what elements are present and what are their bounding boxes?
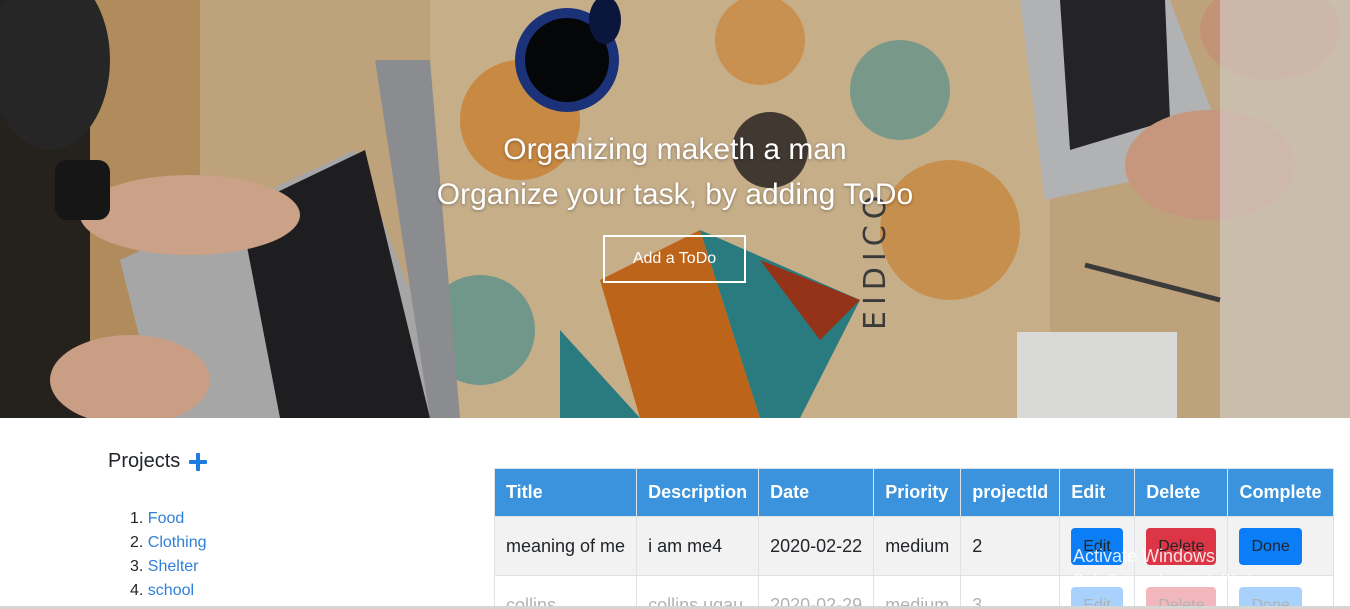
column-header-title: Title	[493, 468, 638, 517]
cell-delete: Delete	[1134, 575, 1229, 609]
cell-delete: Delete	[1134, 516, 1229, 576]
project-item-food: 1. Food	[130, 507, 330, 531]
column-header-priority: Priority	[873, 468, 962, 517]
project-number: 2.	[130, 534, 144, 551]
cell-projectid: 3	[960, 575, 1061, 609]
column-header-edit: Edit	[1059, 468, 1136, 517]
project-link-shelter[interactable]: Shelter	[148, 558, 199, 575]
table-header-row: Title Description Date Priority projectI…	[493, 468, 1334, 517]
project-link-school[interactable]: school	[148, 582, 194, 599]
table-row: collins collins ugau 2020-02-29 medium 3…	[493, 575, 1334, 609]
cell-priority: medium	[873, 575, 962, 609]
cell-description: i am me4	[636, 516, 760, 576]
column-header-description: Description	[636, 468, 760, 517]
delete-button[interactable]: Delete	[1146, 527, 1217, 565]
project-link-clothing[interactable]: Clothing	[148, 534, 207, 551]
cell-projectid: 2	[960, 516, 1061, 576]
cell-complete: Done	[1227, 516, 1334, 576]
project-number: 3.	[130, 558, 144, 575]
hero-banner: EIDICO Organizing maketh a man Organize …	[0, 0, 1350, 418]
column-header-date: Date	[758, 468, 875, 517]
cell-date: 2020-02-29	[758, 575, 875, 609]
project-link-food[interactable]: Food	[148, 510, 184, 527]
column-header-delete: Delete	[1134, 468, 1229, 517]
hero-heading-line2: Organize your task, by adding ToDo	[436, 178, 914, 211]
cell-date: 2020-02-22	[758, 516, 875, 576]
column-header-complete: Complete	[1227, 468, 1334, 517]
cell-edit: Edit	[1059, 575, 1136, 609]
column-header-projectid: projectId	[960, 468, 1061, 517]
projects-panel: Projects 1. Food 2. Clothing 3. Shelter …	[108, 450, 208, 599]
hero-heading-line1: Organizing maketh a man	[503, 133, 847, 166]
project-item-clothing: 2. Clothing	[130, 531, 330, 555]
project-item-school: 4. school	[130, 579, 330, 603]
projects-title: Projects	[108, 450, 181, 472]
project-item-shelter: 3. Shelter	[130, 555, 330, 579]
projects-header: Projects	[108, 450, 208, 473]
done-button[interactable]: Done	[1239, 527, 1302, 565]
add-todo-button[interactable]: Add a ToDo	[603, 235, 746, 283]
table-row: meaning of me i am me4 2020-02-22 medium…	[493, 516, 1334, 576]
cell-description: collins ugau	[636, 575, 760, 609]
add-project-plus-icon[interactable]	[188, 452, 208, 472]
cell-complete: Done	[1227, 575, 1334, 609]
project-number: 4.	[130, 582, 144, 599]
projects-list: 1. Food 2. Clothing 3. Shelter 4. school	[130, 507, 330, 603]
cell-edit: Edit	[1059, 516, 1136, 576]
edit-button[interactable]: Edit	[1071, 527, 1123, 565]
project-number: 1.	[130, 510, 144, 527]
cell-title: collins	[493, 575, 638, 609]
cell-title: meaning of me	[493, 516, 638, 576]
todo-table: Title Description Date Priority projectI…	[493, 468, 1334, 609]
cell-priority: medium	[873, 516, 962, 576]
